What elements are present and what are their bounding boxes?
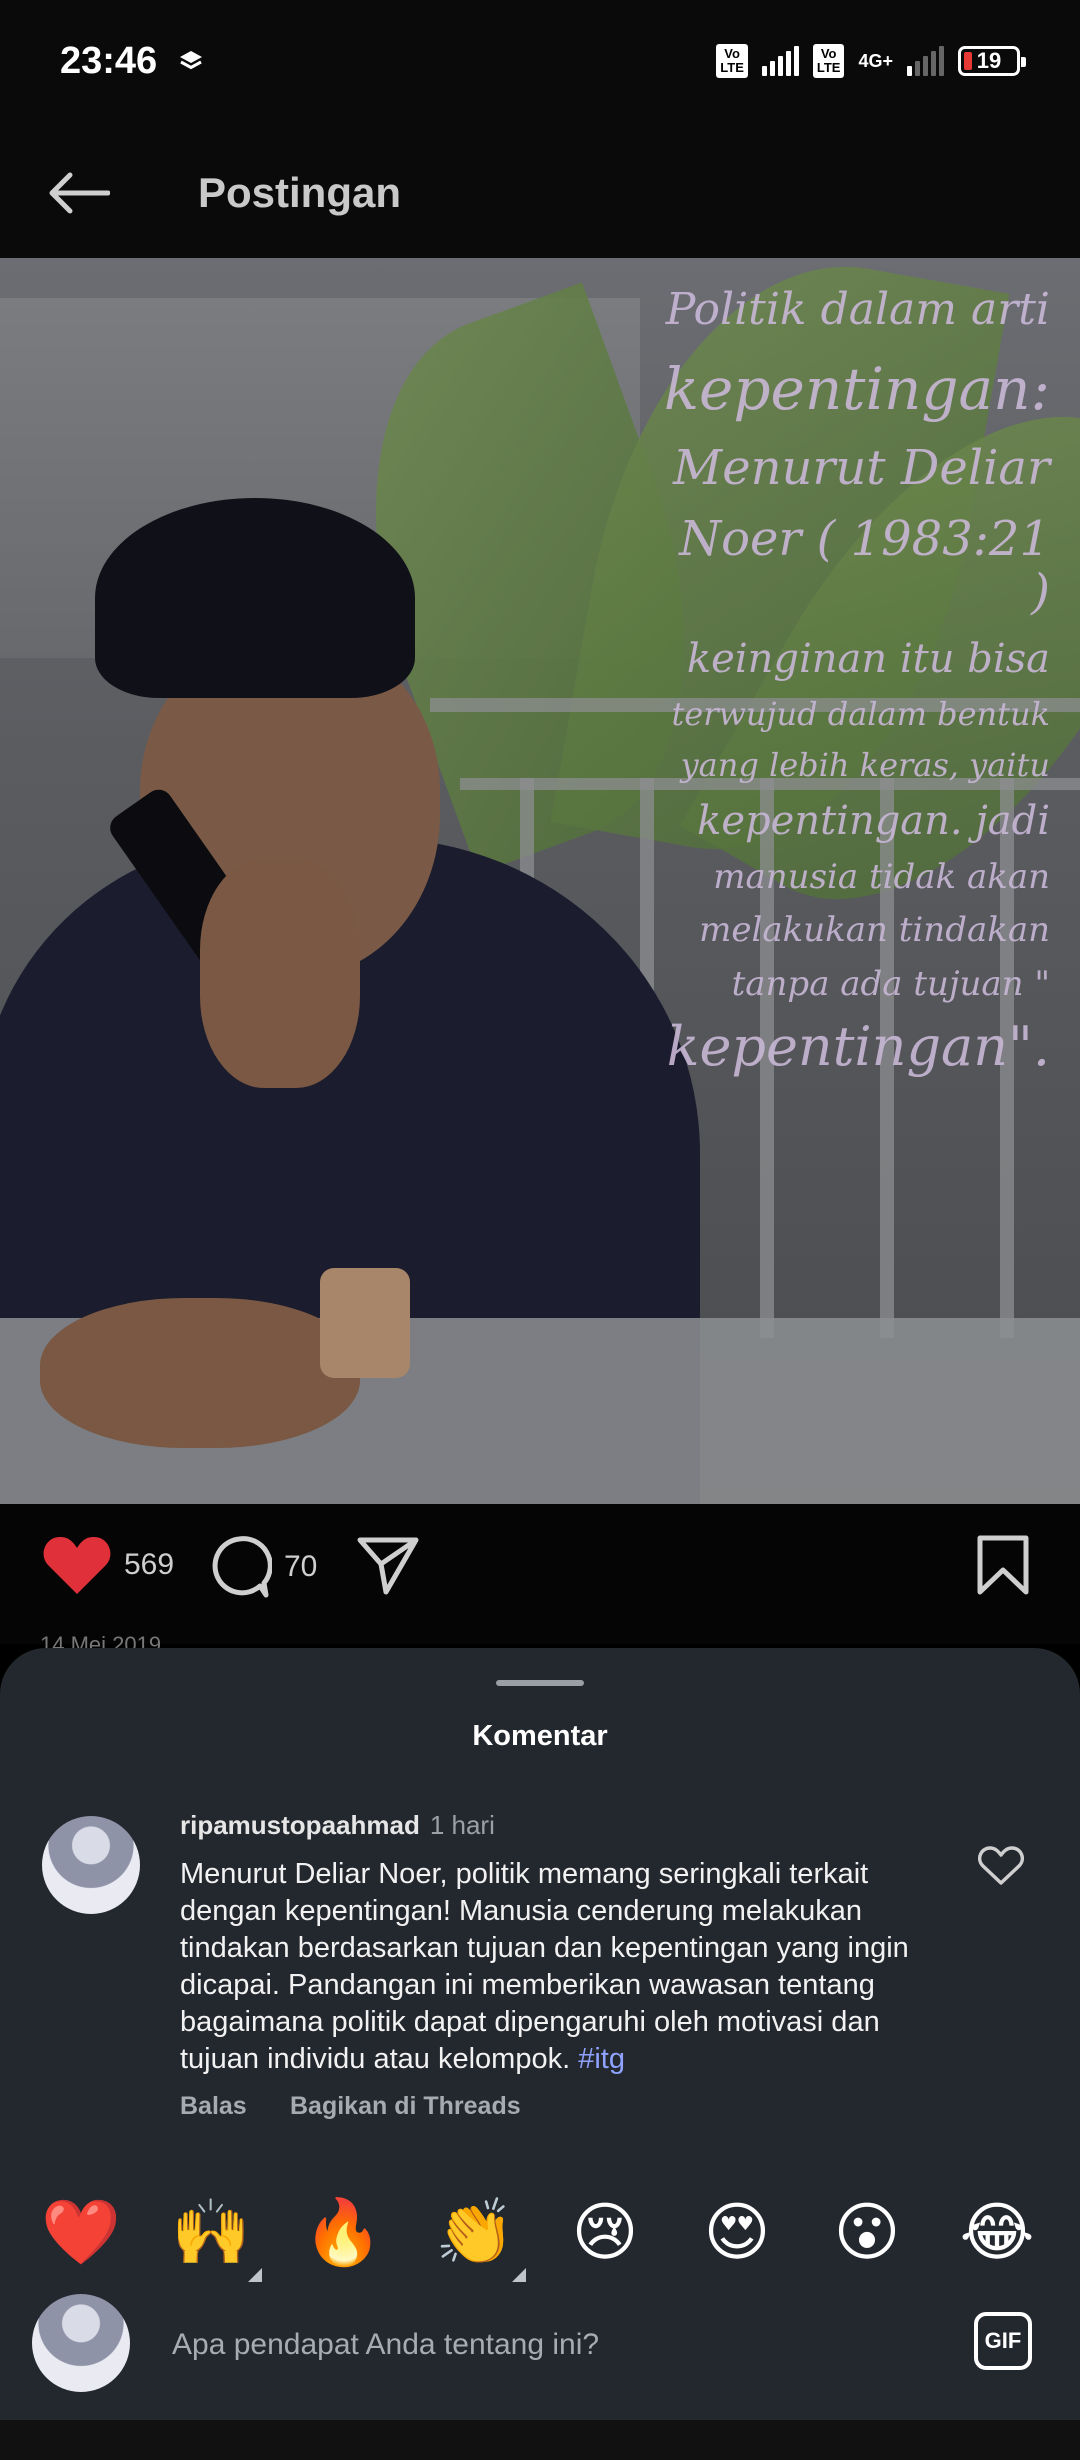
emoji-heart-eyes[interactable]: 😍 xyxy=(692,2188,782,2278)
bookmark-icon xyxy=(977,1535,1029,1595)
battery-icon: 19 xyxy=(958,46,1026,76)
quote-line: melakukan tindakan xyxy=(699,910,1050,951)
signal-icon-2 xyxy=(907,46,944,76)
gif-button[interactable]: GIF xyxy=(974,2312,1032,2370)
quote-line: terwujud dalam bentuk xyxy=(671,694,1050,733)
share-button[interactable] xyxy=(356,1534,420,1596)
commenter-avatar[interactable] xyxy=(42,1816,140,1914)
image-person-hat xyxy=(95,498,415,698)
image-hand xyxy=(200,858,360,1088)
quick-reactions: ❤️ 🙌 🔥 👏 😢 😍 😮 😂 xyxy=(0,2188,1080,2288)
top-app-bar: Postingan xyxy=(0,130,1080,258)
post-actions: 569 70 xyxy=(0,1504,1080,1644)
quote-line: yang lebih keras, yaitu xyxy=(680,745,1050,784)
back-button[interactable] xyxy=(40,160,116,226)
quote-line: keinginan itu bisa xyxy=(686,635,1050,682)
comment-like-button[interactable] xyxy=(978,1846,1024,1891)
emoji-raising-hands[interactable]: 🙌 xyxy=(166,2188,262,2282)
sheet-title: Komentar xyxy=(472,1720,608,1752)
comment-text: Menurut Deliar Noer, politik memang seri… xyxy=(180,1858,909,2075)
quote-line: kepentingan: xyxy=(663,355,1050,424)
navigation-bar xyxy=(0,2420,1080,2460)
emoji-crying-face[interactable]: 😢 xyxy=(560,2188,650,2278)
quote-line: kepentingan". xyxy=(666,1015,1050,1079)
quote-line: Noer ( 1983:21 ) xyxy=(679,510,1050,620)
quote-line: kepentingan. jadi xyxy=(697,797,1050,844)
volte-icon-2: Vo LTE xyxy=(812,44,845,78)
skin-tone-indicator xyxy=(248,2268,262,2282)
quote-line: tanpa ada tujuan " xyxy=(731,963,1050,1004)
emoji-tears-of-joy[interactable]: 😂 xyxy=(952,2188,1042,2278)
image-watch xyxy=(320,1268,410,1378)
emoji-surprised-face[interactable]: 😮 xyxy=(822,2188,912,2278)
reply-button[interactable]: Balas xyxy=(180,2092,247,2121)
emoji-red-heart[interactable]: ❤️ xyxy=(36,2188,126,2278)
status-time: 23:46 xyxy=(60,40,158,82)
comment-hashtag[interactable]: #itg xyxy=(578,2043,625,2075)
comment-count: 70 xyxy=(284,1550,318,1583)
comment-header: ripamustopaahmad 1 hari xyxy=(180,1810,495,1841)
network-type: 4G+ xyxy=(858,51,893,71)
emoji-clapping-hands[interactable]: 👏 xyxy=(430,2188,526,2282)
status-indicators: Vo LTE Vo LTE 4G+ 19 xyxy=(716,44,1026,78)
layers-icon xyxy=(178,48,204,79)
volte-icon: Vo LTE xyxy=(716,44,748,78)
status-bar: 23:46 Vo LTE Vo LTE 4G+ 19 xyxy=(0,0,1080,130)
skin-tone-indicator xyxy=(512,2268,526,2282)
current-user-avatar xyxy=(32,2294,130,2392)
post-image[interactable]: Politik dalam arti kepentingan: Menurut … xyxy=(0,258,1080,1504)
heart-outline-icon xyxy=(978,1846,1024,1885)
share-threads-button[interactable]: Bagikan di Threads xyxy=(290,2092,521,2121)
comment-icon xyxy=(212,1536,272,1598)
comment-body: Menurut Deliar Noer, politik memang seri… xyxy=(180,1856,950,2078)
image-hand xyxy=(40,1298,360,1448)
heart-filled-icon xyxy=(43,1536,111,1594)
comment-input[interactable] xyxy=(170,2314,954,2376)
sheet-drag-handle[interactable] xyxy=(496,1680,584,1686)
quote-line: Politik dalam arti xyxy=(665,284,1050,335)
emoji-glyph: 🙌 xyxy=(171,2196,251,2270)
quote-line: Menurut Deliar xyxy=(673,440,1050,497)
like-count: 569 xyxy=(124,1548,175,1581)
battery-level: 19 xyxy=(976,48,1002,73)
comment-button[interactable]: 70 xyxy=(206,1534,317,1600)
quote-line: manusia tidak akan xyxy=(713,856,1050,897)
comment-composer: GIF xyxy=(0,2288,1080,2408)
emoji-glyph: 👏 xyxy=(435,2196,515,2270)
arrow-left-icon xyxy=(49,172,110,214)
emoji-fire[interactable]: 🔥 xyxy=(298,2188,388,2278)
send-icon xyxy=(357,1537,419,1595)
save-button[interactable] xyxy=(976,1534,1030,1596)
image-quote-text: Politik dalam arti kepentingan: Menurut … xyxy=(660,268,1050,1079)
comments-sheet: Komentar ripamustopaahmad 1 hari Menurut … xyxy=(0,1648,1080,2460)
page-title: Postingan xyxy=(198,169,402,216)
signal-icon xyxy=(761,46,799,76)
comment-username[interactable]: ripamustopaahmad xyxy=(180,1810,420,1840)
like-button[interactable]: 569 xyxy=(42,1534,174,1596)
comment-time: 1 hari xyxy=(429,1810,495,1840)
